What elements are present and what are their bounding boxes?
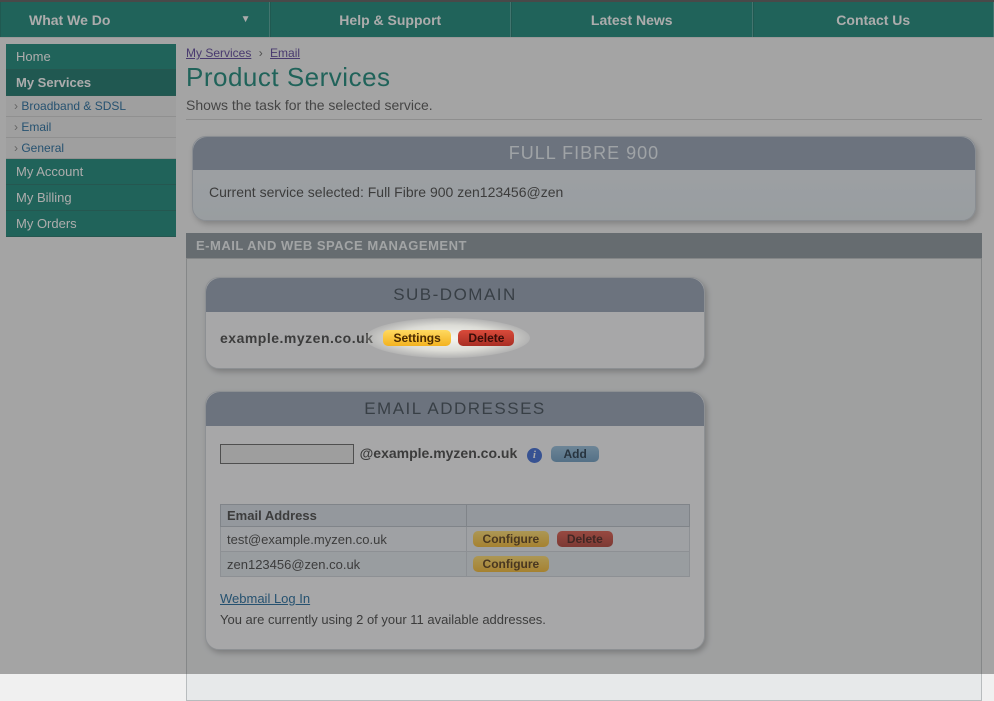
email-usage-text: You are currently using 2 of your 11 ava… [220, 612, 690, 627]
nav-contact-label: Contact Us [836, 12, 910, 28]
breadcrumb-email[interactable]: Email [270, 46, 300, 60]
email-domain-suffix: @example.myzen.co.uk [360, 445, 518, 461]
sidebar-item-my-account[interactable]: My Account [6, 159, 176, 185]
delete-button[interactable]: Delete [557, 531, 613, 547]
table-row: test@example.myzen.co.uk Configure Delet… [221, 527, 690, 552]
add-email-row: @example.myzen.co.uk i Add [220, 444, 690, 464]
subdomain-settings-button[interactable]: Settings [383, 330, 450, 346]
subdomain-card: SUB-DOMAIN example.myzen.co.uk Settings … [205, 277, 705, 369]
sidebar-item-my-orders[interactable]: My Orders [6, 211, 176, 237]
main-content: My Services › Email Product Services Sho… [176, 38, 994, 701]
subdomain-actions: Settings Delete [383, 330, 518, 346]
nav-help-label: Help & Support [339, 12, 441, 28]
management-panel: SUB-DOMAIN example.myzen.co.uk Settings … [186, 258, 982, 701]
email-cell: test@example.myzen.co.uk [221, 527, 467, 552]
sidebar-item-my-billing[interactable]: My Billing [6, 185, 176, 211]
chevron-down-icon: ▼ [241, 14, 251, 25]
nav-what-we-do-label: What We Do [29, 12, 110, 28]
page-title: Product Services [186, 62, 982, 93]
configure-button[interactable]: Configure [473, 531, 550, 547]
email-cell: zen123456@zen.co.uk [221, 552, 467, 577]
service-selected-line: Current service selected: Full Fibre 900… [193, 170, 975, 220]
service-name: FULL FIBRE 900 [193, 137, 975, 170]
sidebar-sub-broadband[interactable]: Broadband & SDSL [6, 96, 176, 117]
nav-help-support[interactable]: Help & Support [270, 2, 512, 37]
email-card: EMAIL ADDRESSES @example.myzen.co.uk i A… [205, 391, 705, 650]
nav-what-we-do[interactable]: What We Do ▼ [0, 2, 270, 37]
sidebar-item-home[interactable]: Home [6, 44, 176, 70]
email-actions-header [466, 505, 689, 527]
add-email-button[interactable]: Add [551, 446, 598, 462]
subdomain-card-title: SUB-DOMAIN [206, 278, 704, 312]
page-description: Shows the task for the selected service. [186, 97, 982, 120]
breadcrumb-my-services[interactable]: My Services [186, 46, 251, 60]
email-address-table: Email Address test@example.myzen.co.uk C… [220, 504, 690, 577]
subdomain-delete-button[interactable]: Delete [458, 330, 514, 346]
table-row: zen123456@zen.co.uk Configure [221, 552, 690, 577]
sidebar: Home My Services Broadband & SDSL Email … [6, 44, 176, 237]
subdomain-domain: example.myzen.co.uk [220, 330, 373, 346]
email-card-title: EMAIL ADDRESSES [206, 392, 704, 426]
sidebar-sub-general[interactable]: General [6, 138, 176, 159]
sidebar-item-my-services[interactable]: My Services [6, 70, 176, 96]
new-email-input[interactable] [220, 444, 354, 464]
nav-latest-news[interactable]: Latest News [511, 2, 753, 37]
configure-button[interactable]: Configure [473, 556, 550, 572]
breadcrumb: My Services › Email [186, 46, 982, 60]
info-icon[interactable]: i [527, 448, 542, 463]
webmail-login-link[interactable]: Webmail Log In [220, 591, 310, 606]
management-panel-title: E-MAIL AND WEB SPACE MANAGEMENT [186, 233, 982, 258]
sidebar-sub-email[interactable]: Email [6, 117, 176, 138]
top-nav: What We Do ▼ Help & Support Latest News … [0, 0, 994, 38]
nav-news-label: Latest News [591, 12, 673, 28]
service-box: FULL FIBRE 900 Current service selected:… [192, 136, 976, 221]
nav-contact-us[interactable]: Contact Us [753, 2, 994, 37]
breadcrumb-sep: › [255, 46, 267, 60]
email-col-header: Email Address [221, 505, 467, 527]
